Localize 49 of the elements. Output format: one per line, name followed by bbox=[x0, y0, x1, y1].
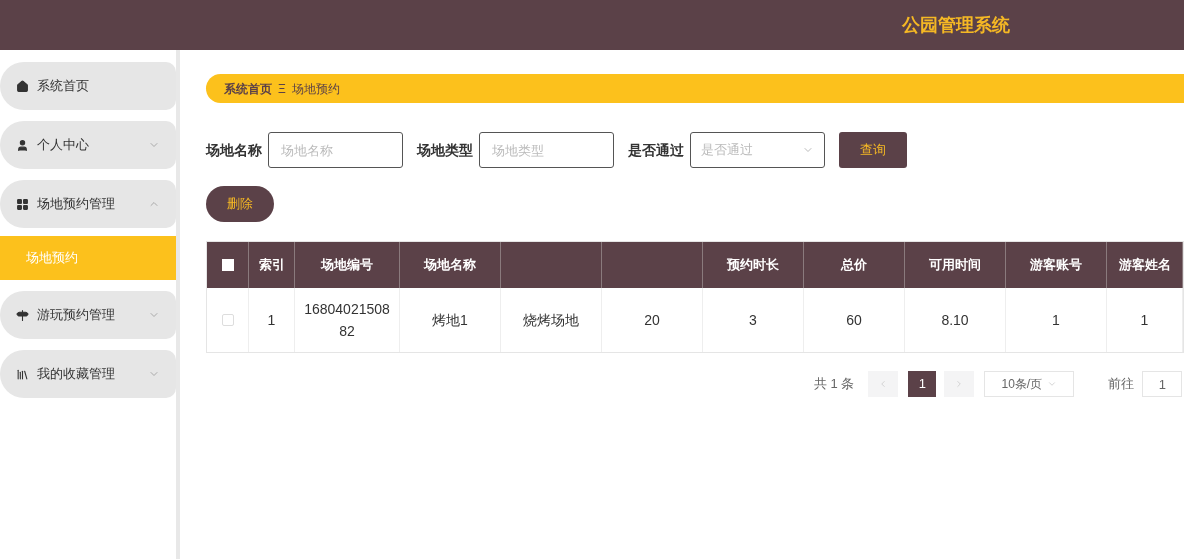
table-cell-text: 烧烤场地 bbox=[523, 311, 579, 330]
column-header: 索引 bbox=[258, 256, 285, 275]
menu-item[interactable]: 系统首页 bbox=[0, 62, 176, 110]
breadcrumb-separator: Ξ bbox=[278, 80, 286, 98]
page-size-select[interactable]: 10条/页 bbox=[984, 371, 1075, 397]
caret-icon bbox=[1047, 379, 1058, 389]
table-cell-text: 8.10 bbox=[941, 311, 969, 330]
page-button[interactable]: 1 bbox=[908, 371, 937, 397]
column-header: 可用时间 bbox=[929, 256, 981, 275]
table-cell-text: 1 bbox=[1052, 311, 1060, 330]
menu-icon bbox=[16, 367, 29, 381]
menu-item[interactable]: 场地预约管理 bbox=[0, 180, 176, 228]
table-cell-text: 60 bbox=[846, 311, 862, 330]
row-checkbox[interactable] bbox=[221, 314, 234, 326]
input-field[interactable]: 场地名称 bbox=[268, 132, 403, 168]
column-header: 游客姓名 bbox=[1118, 256, 1171, 275]
menu-icon bbox=[16, 308, 29, 322]
column-header: 总价 bbox=[841, 256, 867, 275]
table-cell-text: 20 bbox=[644, 311, 660, 330]
table-cell-text: 1680402150882 bbox=[303, 300, 391, 341]
column-header: 预约时长 bbox=[727, 256, 779, 275]
delete-button[interactable]: 删除 bbox=[206, 186, 274, 222]
breadcrumb-current: 场地预约 bbox=[291, 80, 340, 98]
column-header: 场地编号 bbox=[321, 256, 373, 275]
column-header: 游客账号 bbox=[1030, 256, 1082, 275]
app-title: 公园管理系统 bbox=[902, 13, 1010, 37]
menu-item[interactable]: 个人中心 bbox=[0, 121, 176, 169]
table-cell-text: 3 bbox=[749, 311, 757, 330]
total-count: 共 1 条 bbox=[814, 375, 855, 394]
goto-page-field[interactable]: 1 bbox=[1142, 371, 1183, 397]
breadcrumb-link[interactable]: 系统首页 bbox=[224, 79, 272, 98]
menu-item[interactable]: 游玩预约管理 bbox=[0, 291, 176, 339]
column-header: 场地名称 bbox=[424, 256, 476, 275]
menu-item[interactable]: 我的收藏管理 bbox=[0, 350, 176, 398]
menu-icon bbox=[16, 138, 29, 152]
field-label: 场地名称 bbox=[206, 140, 262, 160]
table-cell-text: 1 bbox=[267, 311, 276, 330]
search-button[interactable]: 查询 bbox=[839, 132, 907, 168]
goto-label: 前往 bbox=[1108, 375, 1135, 394]
next-page-button[interactable] bbox=[944, 371, 975, 397]
field-label: 场地类型 bbox=[417, 140, 473, 160]
table-cell-text: 烤地1 bbox=[432, 311, 468, 330]
select-all-checkbox[interactable] bbox=[221, 259, 234, 271]
menu-icon bbox=[16, 79, 29, 93]
table-cell-text: 1 bbox=[1140, 311, 1149, 330]
field-label: 是否通过 bbox=[628, 140, 684, 160]
prev-page-button[interactable] bbox=[868, 371, 899, 397]
menu-icon bbox=[16, 197, 29, 211]
input-field[interactable]: 场地类型 bbox=[479, 132, 614, 168]
